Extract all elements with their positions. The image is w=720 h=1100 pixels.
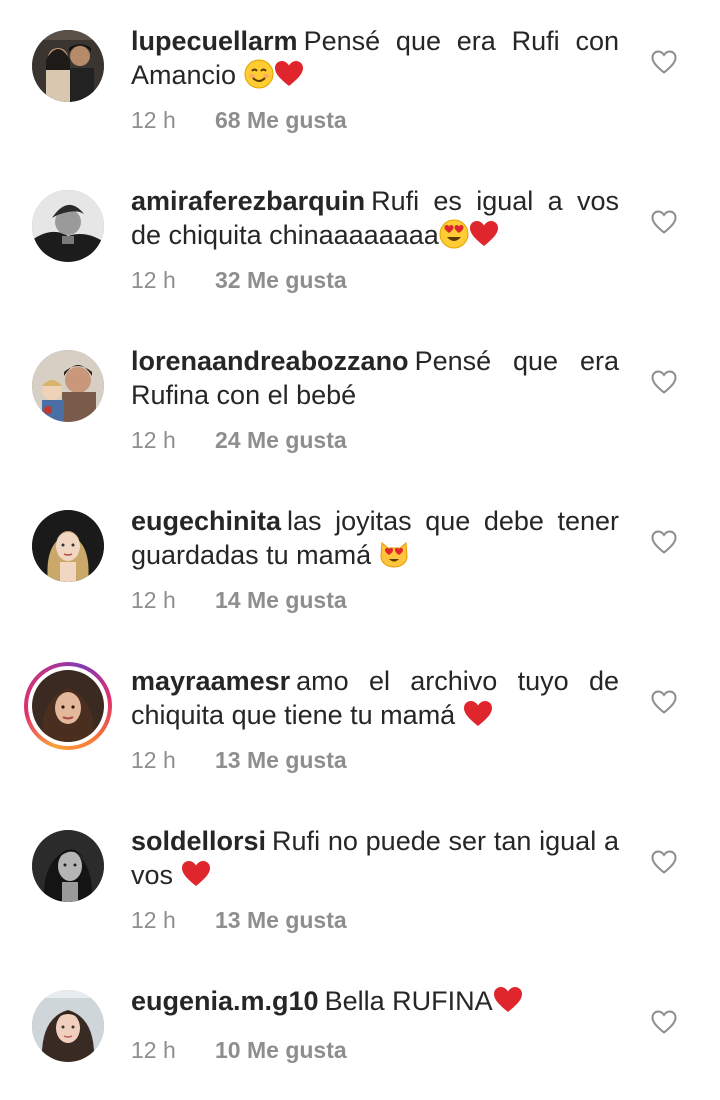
comment-time: 12 h bbox=[131, 107, 176, 133]
avatar-selfie-icon bbox=[32, 990, 104, 1062]
comment-time: 12 h bbox=[131, 907, 176, 933]
comment-likes[interactable]: 13 Me gusta bbox=[215, 747, 347, 773]
avatar[interactable] bbox=[32, 190, 104, 262]
comment-likes[interactable]: 10 Me gusta bbox=[215, 1037, 347, 1063]
like-heart-icon[interactable] bbox=[650, 1008, 678, 1036]
red-heart-emoji-icon bbox=[181, 859, 211, 889]
comment-meta: 12 h 32 Me gusta bbox=[131, 266, 347, 294]
like-heart-icon[interactable] bbox=[650, 208, 678, 236]
red-heart-emoji-icon bbox=[463, 699, 493, 729]
comment-body: eugechinita las joyitas que debe tener gu… bbox=[131, 504, 619, 572]
comment-text: Bella RUFINA bbox=[324, 986, 493, 1016]
avatar-blonde-portrait-icon bbox=[32, 510, 104, 582]
comment-meta: 12 h 68 Me gusta bbox=[131, 106, 347, 134]
comment-item: soldellorsi Rufi no puede ser tan igual a… bbox=[0, 800, 720, 940]
comment-item: mayraamesr amo el archivo tuyo de chiquit… bbox=[0, 640, 720, 780]
heart-eyes-emoji-icon bbox=[439, 219, 469, 249]
avatar[interactable] bbox=[32, 830, 104, 902]
comment-meta: 12 h 13 Me gusta bbox=[131, 746, 347, 774]
comment-body: mayraamesr amo el archivo tuyo de chiquit… bbox=[131, 664, 619, 732]
comment-meta: 12 h 24 Me gusta bbox=[131, 426, 347, 454]
comment-likes[interactable]: 14 Me gusta bbox=[215, 587, 347, 613]
like-heart-icon[interactable] bbox=[650, 688, 678, 716]
comment-item: amiraferezbarquin Rufi es igual a vos de … bbox=[0, 160, 720, 300]
avatar[interactable] bbox=[32, 990, 104, 1062]
red-heart-emoji-icon bbox=[493, 985, 523, 1015]
comment-username[interactable]: eugenia.m.g10 bbox=[131, 986, 319, 1016]
smile-emoji-icon bbox=[244, 59, 274, 89]
like-heart-icon[interactable] bbox=[650, 528, 678, 556]
comment-body: eugenia.m.g10 Bella RUFINA bbox=[131, 984, 619, 1018]
heart-eyes-cat-emoji-icon bbox=[379, 539, 409, 569]
avatar-dark-portrait-icon bbox=[32, 830, 104, 902]
comment-item: lupecuellarm Pensé que era Rufi con Amanc… bbox=[0, 0, 720, 140]
comment-username[interactable]: eugechinita bbox=[131, 506, 281, 536]
comment-username[interactable]: mayraamesr bbox=[131, 666, 290, 696]
comment-username[interactable]: lorenaandreabozzano bbox=[131, 346, 409, 376]
avatar-story-ring[interactable] bbox=[24, 662, 112, 750]
like-heart-icon[interactable] bbox=[650, 848, 678, 876]
avatar-brunette-portrait-icon bbox=[32, 670, 104, 742]
comment-likes[interactable]: 68 Me gusta bbox=[215, 107, 347, 133]
avatar[interactable] bbox=[32, 350, 104, 422]
comment-item: lorenaandreabozzano Pensé que era Rufina … bbox=[0, 320, 720, 460]
avatar-mother-child-icon bbox=[32, 350, 104, 422]
comment-time: 12 h bbox=[131, 427, 176, 453]
comment-body: soldellorsi Rufi no puede ser tan igual a… bbox=[131, 824, 619, 892]
comment-time: 12 h bbox=[131, 587, 176, 613]
comment-meta: 12 h 14 Me gusta bbox=[131, 586, 347, 614]
comment-item: eugechinita las joyitas que debe tener gu… bbox=[0, 480, 720, 620]
comment-username[interactable]: soldellorsi bbox=[131, 826, 266, 856]
comment-time: 12 h bbox=[131, 267, 176, 293]
avatar[interactable] bbox=[32, 30, 104, 102]
comment-likes[interactable]: 32 Me gusta bbox=[215, 267, 347, 293]
comment-meta: 12 h 10 Me gusta bbox=[131, 1036, 347, 1064]
red-heart-emoji-icon bbox=[469, 219, 499, 249]
red-heart-emoji-icon bbox=[274, 59, 304, 89]
like-heart-icon[interactable] bbox=[650, 368, 678, 396]
comment-likes[interactable]: 24 Me gusta bbox=[215, 427, 347, 453]
avatar[interactable] bbox=[32, 510, 104, 582]
comment-body: lupecuellarm Pensé que era Rufi con Amanc… bbox=[131, 24, 619, 92]
comment-username[interactable]: lupecuellarm bbox=[131, 26, 298, 56]
comment-body: lorenaandreabozzano Pensé que era Rufina … bbox=[131, 344, 619, 412]
avatar-bw-portrait-icon bbox=[32, 190, 104, 262]
like-heart-icon[interactable] bbox=[650, 48, 678, 76]
comment-item: eugenia.m.g10 Bella RUFINA 12 h 10 Me gust… bbox=[0, 960, 720, 1100]
avatar-couple-photo-icon bbox=[32, 30, 104, 102]
comment-time: 12 h bbox=[131, 747, 176, 773]
comment-likes[interactable]: 13 Me gusta bbox=[215, 907, 347, 933]
comment-username[interactable]: amiraferezbarquin bbox=[131, 186, 365, 216]
comment-body: amiraferezbarquin Rufi es igual a vos de … bbox=[131, 184, 619, 252]
comment-time: 12 h bbox=[131, 1037, 176, 1063]
comment-meta: 12 h 13 Me gusta bbox=[131, 906, 347, 934]
